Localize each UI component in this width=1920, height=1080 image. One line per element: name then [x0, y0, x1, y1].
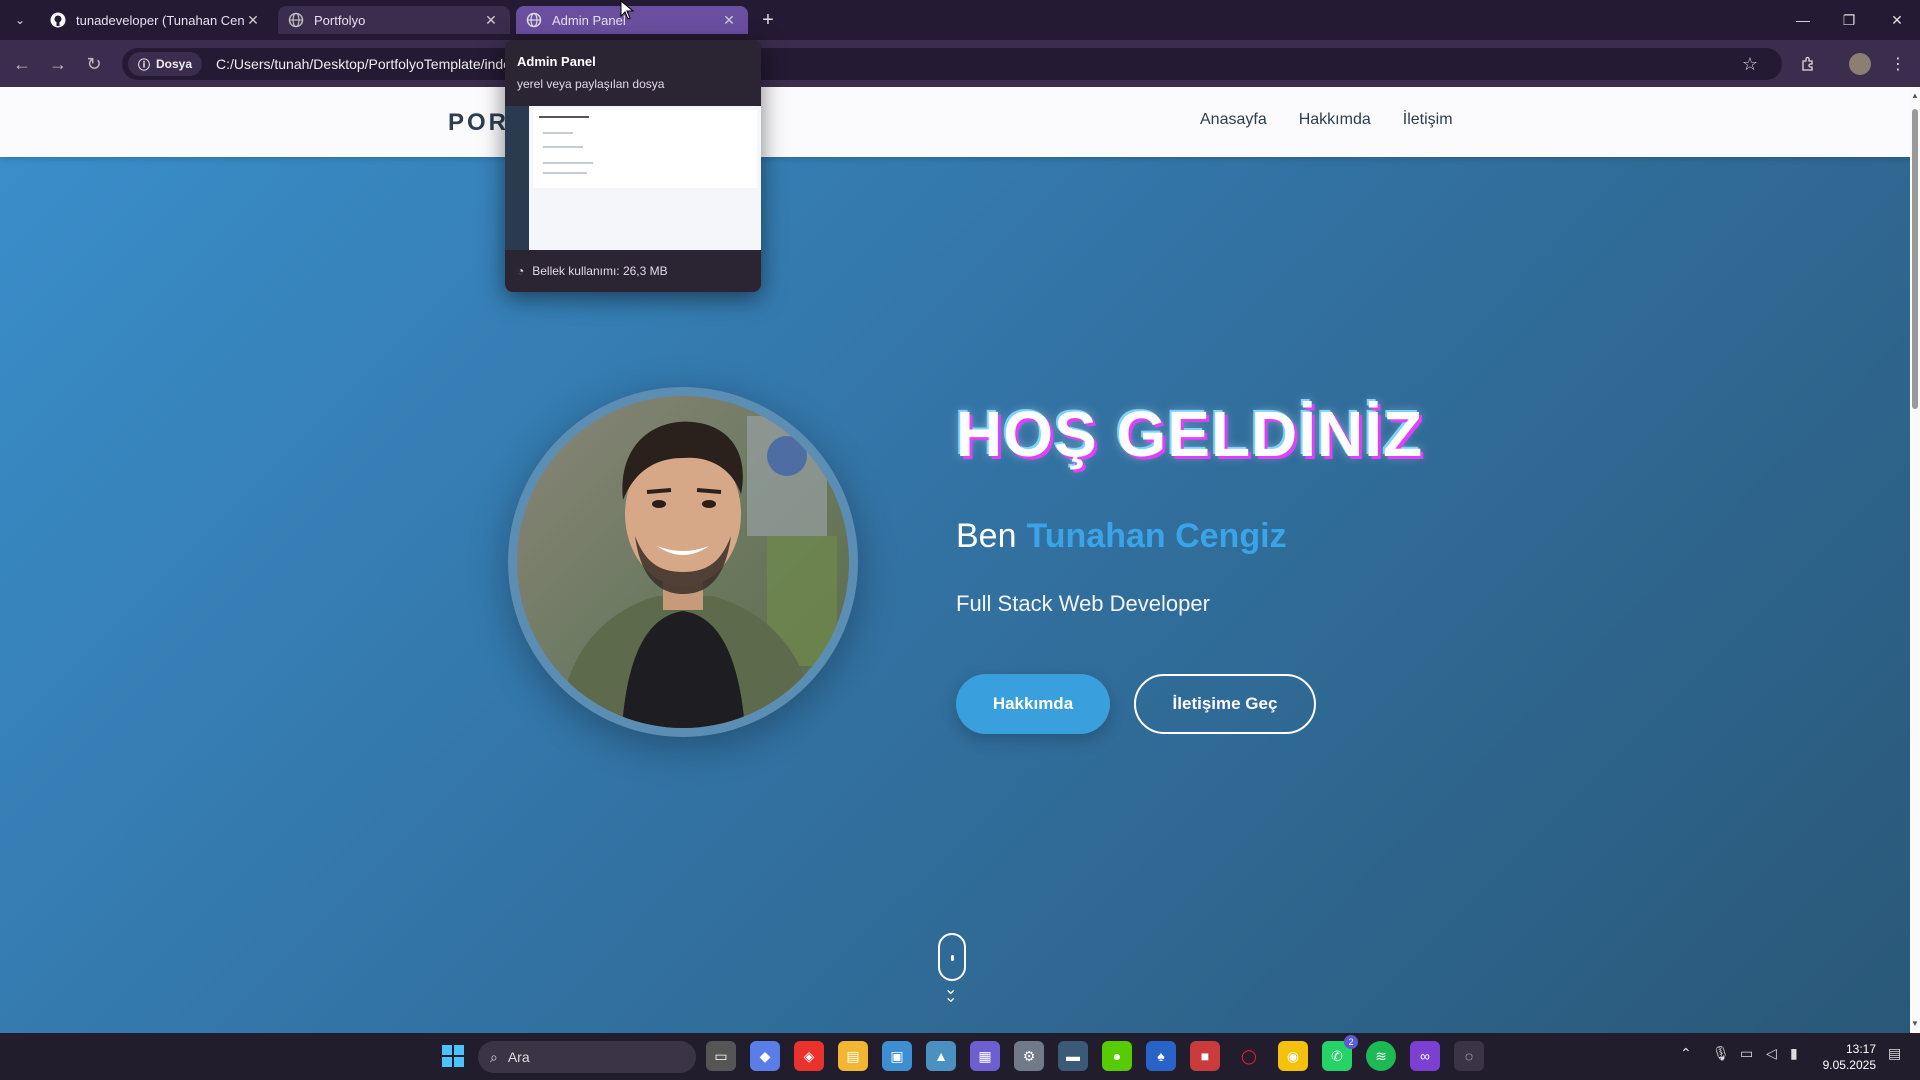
minimize-button[interactable]: — — [1780, 0, 1826, 40]
contact-button[interactable]: İletişime Geç — [1134, 674, 1316, 734]
scrollbar-thumb[interactable] — [1912, 109, 1918, 409]
github-icon — [50, 12, 66, 28]
about-button[interactable]: Hakkımda — [956, 674, 1110, 734]
page-scrollbar[interactable]: ▲ ▼ — [1910, 87, 1920, 1033]
scroll-up-arrow-icon[interactable]: ▲ — [1911, 91, 1919, 100]
hero-title: HOŞ GELDİNİZ — [956, 398, 1424, 470]
volume-icon[interactable]: ◁ — [1766, 1045, 1777, 1062]
nav-link-contact[interactable]: İletişim — [1403, 111, 1453, 129]
close-icon[interactable]: ✕ — [482, 11, 500, 29]
settings-gear-icon[interactable]: ⚙ — [1014, 1041, 1044, 1071]
tab-preview-thumbnail — [505, 106, 761, 250]
bookmark-star-icon[interactable]: ☆ — [1742, 54, 1758, 75]
remote-desktop-icon[interactable]: ▣ — [882, 1041, 912, 1071]
restore-button[interactable]: ❐ — [1826, 0, 1872, 40]
whatsapp-badge: 2 — [1344, 1035, 1358, 1049]
close-window-button[interactable]: ✕ — [1874, 0, 1920, 40]
menu-icon[interactable]: ⋮ — [1884, 50, 1912, 78]
whatsapp-icon[interactable]: ✆ 2 — [1322, 1035, 1358, 1071]
hover-card-subtitle: yerel veya paylaşılan dosya — [517, 77, 665, 91]
site-navbar: PORTFOLYO Anasayfa Hakkımda İletişim — [0, 87, 1910, 157]
hover-card-title: Admin Panel — [517, 54, 596, 69]
taskbar-clock[interactable]: 13:17 9.05.2025 — [1810, 1041, 1876, 1073]
duolingo-icon[interactable]: ● — [1102, 1041, 1132, 1071]
memory-usage-text: Bellek kullanımı: 26,3 MB — [532, 264, 668, 278]
anydesk-icon[interactable]: ◈ — [794, 1041, 824, 1071]
globe-icon — [526, 12, 542, 28]
site-nav: Anasayfa Hakkımda İletişim — [1200, 111, 1453, 129]
task-view-icon[interactable]: ▭ — [706, 1041, 736, 1071]
forward-icon[interactable]: → — [44, 50, 72, 78]
info-icon: ⓘ — [138, 57, 151, 72]
battery-icon[interactable]: ▮ — [1790, 1045, 1798, 1062]
close-icon[interactable]: ✕ — [244, 11, 262, 29]
nav-link-about[interactable]: Hakkımda — [1299, 111, 1371, 129]
file-explorer-icon[interactable]: ▤ — [838, 1041, 868, 1071]
network-icon[interactable]: ▭ — [1740, 1045, 1753, 1062]
globe-icon — [288, 12, 304, 28]
tab-hover-card: Admin Panel yerel veya paylaşılan dosya … — [505, 40, 761, 292]
url-text: C:/Users/tunah/Desktop/PortfolyoTemplate… — [216, 56, 549, 72]
spotify-icon[interactable]: ≋ — [1366, 1041, 1396, 1071]
tab-strip: ⌄ tunadeveloper (Tunahan Cengiz) ✕ Portf… — [0, 0, 1920, 40]
hero-greeting: Ben — [956, 517, 1017, 555]
search-icon: ⌕ — [490, 1048, 498, 1065]
hero-name: Tunahan Cengiz — [1026, 517, 1287, 555]
close-icon[interactable]: ✕ — [720, 11, 738, 29]
scroll-mouse-icon[interactable] — [938, 933, 966, 981]
profile-avatar[interactable] — [1846, 50, 1874, 78]
reload-icon[interactable]: ↻ — [80, 50, 108, 78]
browser-toolbar: ← → ↻ ⓘ Dosya C:/Users/tunah/Desktop/Por… — [0, 40, 1920, 87]
hero-role: Full Stack Web Developer — [956, 591, 1210, 616]
tab-title: tunadeveloper (Tunahan Cengiz) — [76, 12, 244, 28]
copilot-icon[interactable]: ◆ — [750, 1041, 780, 1071]
clock-date: 9.05.2025 — [1822, 1058, 1876, 1072]
scroll-down-arrow-icon[interactable]: ▼ — [1911, 1019, 1919, 1028]
tab-title: Admin Panel — [552, 12, 626, 28]
terminal-icon[interactable]: ▬ — [1058, 1041, 1088, 1071]
nav-link-home[interactable]: Anasayfa — [1200, 111, 1267, 129]
store-icon[interactable]: ▦ — [970, 1041, 1000, 1071]
notification-bell-icon[interactable]: ▤ — [1888, 1045, 1901, 1062]
back-icon[interactable]: ← — [8, 50, 36, 78]
chrome-icon[interactable]: ◉ — [1278, 1041, 1308, 1071]
site-info-chip[interactable]: ⓘ Dosya — [128, 52, 203, 76]
hero-name-line: Ben Tunahan Cengiz — [956, 517, 1287, 556]
new-tab-button[interactable]: + — [756, 8, 780, 32]
hover-card-memory: ◔ Bellek kullanımı: 26,3 MB — [517, 264, 668, 278]
app-icon[interactable]: ■ — [1190, 1041, 1220, 1071]
search-placeholder: Ara — [507, 1049, 530, 1065]
address-bar[interactable]: ⓘ Dosya C:/Users/tunah/Desktop/Portfolyo… — [122, 48, 1782, 80]
photos-icon[interactable]: ▲ — [926, 1041, 956, 1071]
tab-search-button[interactable]: ⌄ — [8, 8, 32, 32]
microphone-icon[interactable]: 🎙 — [1712, 1045, 1730, 1062]
tab-github[interactable]: tunadeveloper (Tunahan Cengiz) ✕ — [40, 6, 272, 34]
taskbar-search[interactable]: ⌕ Ara — [478, 1041, 696, 1073]
profile-photo-frame — [508, 387, 858, 737]
tab-title: Portfolyo — [314, 12, 366, 28]
mouse-cursor-icon — [620, 0, 635, 25]
scroll-down-chevron-icon[interactable]: ⌄ ⌄ — [944, 982, 957, 1006]
tab-portfolyo[interactable]: Portfolyo ✕ — [278, 6, 510, 34]
clock-time: 13:17 — [1845, 1042, 1876, 1056]
visual-studio-icon[interactable]: ∞ — [1410, 1041, 1440, 1071]
extensions-icon[interactable] — [1794, 50, 1822, 78]
page-viewport: PORTFOLYO Anasayfa Hakkımda İletişim — [0, 87, 1910, 1033]
windows-start-icon[interactable] — [438, 1041, 468, 1071]
chip-label: Dosya — [156, 57, 193, 71]
app-icon[interactable]: ◌ — [1454, 1041, 1484, 1071]
opera-icon[interactable]: ◯ — [1234, 1041, 1264, 1071]
os-taskbar: ⌕ Ara ▭ ◆ ◈ ▤ ▣ ▲ ▦ ⚙ ▬ ● ♠ ■ ◯ ◉ ✆ 2 ≋ … — [0, 1033, 1920, 1080]
profile-photo — [517, 396, 849, 728]
tray-chevron-up-icon[interactable]: ⌃ — [1680, 1045, 1692, 1062]
memory-gauge-icon: ◔ — [517, 264, 525, 278]
game-icon[interactable]: ♠ — [1146, 1041, 1176, 1071]
